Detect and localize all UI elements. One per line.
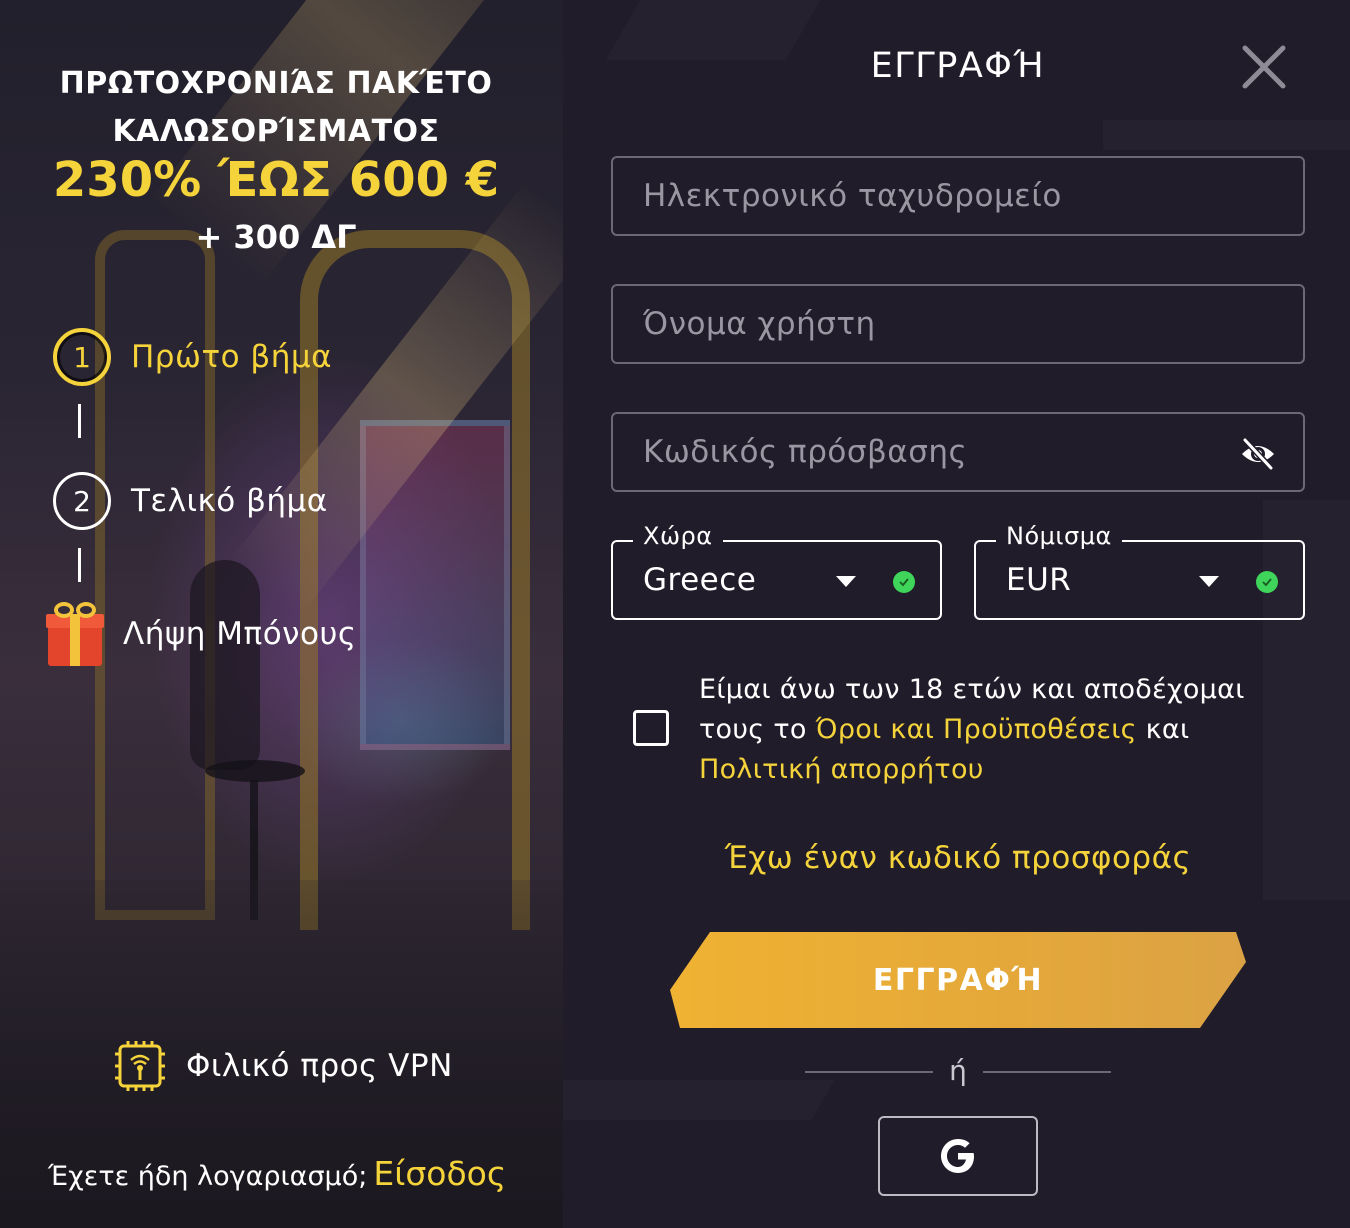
username-field-wrapper (611, 284, 1305, 364)
currency-select[interactable]: Νόμισμα EUR (974, 522, 1305, 620)
step-number-circle: 2 (53, 472, 111, 530)
email-field[interactable] (643, 178, 1223, 214)
promo-extra: + 300 ΔΓ (195, 218, 357, 256)
login-link[interactable]: Είσοδος (373, 1154, 506, 1193)
vpn-chip-icon (115, 1041, 165, 1091)
registration-form: ΕΓΓΡΑΦΉ Χώρα Greece Νόμισμα EUR (563, 0, 1350, 1228)
password-field-wrapper (611, 412, 1305, 492)
country-label: Χώρα (633, 522, 723, 550)
email-field-wrapper (611, 156, 1305, 236)
gift-icon (46, 602, 104, 666)
close-icon[interactable] (1239, 42, 1289, 92)
step-label: Πρώτο βήμα (131, 339, 333, 375)
step-label: Λήψη Μπόνους (123, 616, 357, 652)
country-value: Greece (643, 562, 757, 598)
register-button-label: ΕΓΓΡΑΦΉ (872, 962, 1044, 998)
or-divider: ή (805, 1052, 1111, 1092)
google-signin-button[interactable] (878, 1116, 1038, 1196)
vpn-label: Φιλικό προς VPN (186, 1048, 453, 1084)
terms-link[interactable]: Όροι και Προϋποθέσεις (816, 714, 1137, 745)
step-final: 2 Τελικό βήμα (53, 472, 328, 530)
step-first: 1 Πρώτο βήμα (53, 328, 332, 386)
privacy-link[interactable]: Πολιτική απορρήτου (699, 754, 984, 785)
terms-text: Είμαι άνω των 18 ετών και αποδέχομαι του… (699, 674, 1245, 785)
step-bonus: Λήψη Μπόνους (46, 602, 357, 666)
promo-code-link[interactable]: Έχω έναν κωδικό προσφοράς (563, 840, 1350, 876)
step-connector (78, 548, 81, 582)
step-number-circle: 1 (53, 328, 111, 386)
step-connector (78, 404, 81, 438)
form-title: ΕΓΓΡΑΦΉ (870, 46, 1046, 86)
eye-hidden-icon[interactable] (1239, 436, 1277, 472)
country-select[interactable]: Χώρα Greece (611, 522, 942, 620)
currency-value: EUR (1006, 562, 1072, 598)
promo-title: ΠΡΩΤΟΧΡΟΝΙΆΣ ΠΑΚΈΤΟ ΚΑΛΩΣΟΡΊΣΜΑΤΟΣ (59, 66, 493, 149)
valid-check-icon (1256, 571, 1278, 593)
have-account-row: Έχετε ήδη λογαριασμό; Είσοδος (48, 1154, 506, 1193)
terms-checkbox[interactable] (633, 710, 669, 746)
promo-panel: ΠΡΩΤΟΧΡΟΝΙΆΣ ΠΑΚΈΤΟ ΚΑΛΩΣΟΡΊΣΜΑΤΟΣ 230% … (0, 0, 563, 1228)
valid-check-icon (893, 571, 915, 593)
chevron-down-icon (1199, 576, 1219, 587)
register-button[interactable]: ΕΓΓΡΑΦΉ (670, 932, 1246, 1028)
chevron-down-icon (836, 576, 856, 587)
vpn-friendly: Φιλικό προς VPN (114, 1040, 453, 1092)
username-field[interactable] (643, 306, 1223, 342)
have-account-text: Έχετε ήδη λογαριασμό; (48, 1161, 368, 1192)
password-field[interactable] (643, 434, 1223, 470)
google-icon (941, 1139, 974, 1173)
step-label: Τελικό βήμα (131, 483, 328, 519)
currency-label: Νόμισμα (996, 522, 1122, 550)
promo-amount: 230% ΈΩΣ 600 € (52, 152, 500, 208)
